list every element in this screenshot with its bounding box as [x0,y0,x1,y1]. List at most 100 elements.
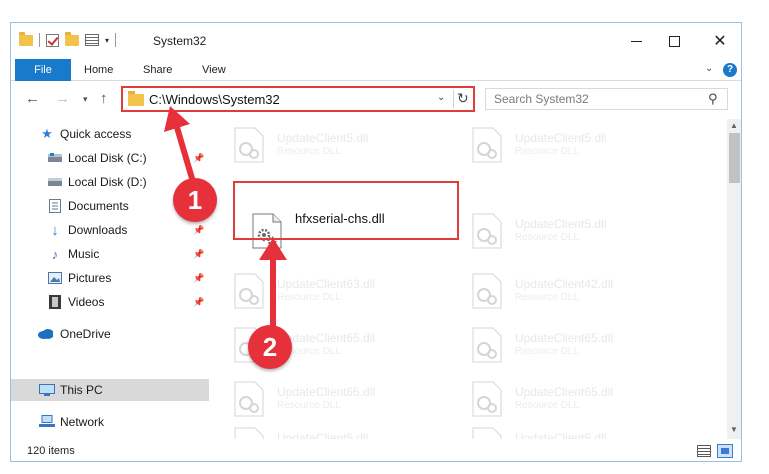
title-bar: ▾ System32 ✕ [11,23,741,59]
sidebar-item-this-pc[interactable]: This PC [11,379,209,401]
step-1-badge: 1 [173,178,217,222]
file-item[interactable]: UpdateClient42.dll Resource DLL [457,265,687,317]
file-type: Resource DLL [277,400,341,411]
sidebar-item-label: Pictures [68,271,112,285]
large-icons-view-icon[interactable] [717,444,733,458]
forward-arrow-icon[interactable]: → [55,90,70,107]
search-placeholder: Search System32 [494,92,589,106]
expand-ribbon-icon[interactable]: ⌄ [705,63,713,74]
sidebar-item-label: This PC [60,383,103,397]
file-item[interactable]: UpdateClient5.dll Resource DLL [457,119,687,171]
tab-home[interactable]: Home [84,59,113,81]
back-arrow-icon[interactable]: ← [25,90,40,107]
details-view-icon[interactable] [697,445,711,457]
properties-icon[interactable] [85,34,99,46]
refresh-icon[interactable]: ↻ [457,90,469,107]
step-2-label: 2 [262,331,278,362]
pin-icon[interactable]: 📌 [193,249,204,260]
search-icon[interactable]: ⚲ [708,91,718,107]
recent-locations-icon[interactable]: ▾ [83,94,88,105]
address-dropdown-icon[interactable]: ⌄ [437,92,445,103]
vertical-scrollbar[interactable]: ▲ ▼ [727,119,741,439]
sidebar-item-pictures[interactable]: Pictures 📌 [11,267,209,289]
scroll-up-icon[interactable]: ▲ [730,121,738,130]
sidebar-item-label: Music [68,247,100,261]
divider [115,33,117,47]
file-item[interactable]: UpdateClient65.dll Resource DLL [457,319,687,371]
file-item[interactable]: UpdateClient65.dll Resource DLL [219,373,449,425]
star-icon: ★ [41,126,53,141]
step-1-label: 1 [187,184,203,215]
quick-access-toolbar: ▾ [19,31,117,47]
file-name: UpdateClient5.dll [277,131,369,145]
file-item[interactable]: UpdateClient5.dll Resource DLL [457,419,687,439]
sidebar-item-videos[interactable]: Videos 📌 [11,291,209,313]
tab-view[interactable]: View [202,59,226,81]
help-icon[interactable]: ? [723,63,737,77]
arrow-up-icon [259,238,287,335]
dll-file-icon [234,427,264,439]
file-highlight-box [233,181,459,240]
sidebar-item-label: Documents [68,199,129,213]
file-item[interactable]: UpdateClient5.dll Resource DLL [457,205,687,257]
file-name: UpdateClient5.dll [277,431,369,439]
folder-icon [19,31,33,46]
maximize-button[interactable] [651,23,697,59]
pin-icon[interactable]: 📌 [193,297,204,308]
file-name: UpdateClient42.dll [515,277,614,291]
customize-toolbar-icon[interactable]: ▾ [105,36,109,45]
ribbon: File Home Share View ⌄ ? [11,59,741,111]
file-name: UpdateClient5.dll [515,431,607,439]
scroll-down-icon[interactable]: ▼ [730,425,738,434]
dll-file-icon [472,273,502,309]
dll-file-icon [472,213,502,249]
sidebar-item-label: OneDrive [60,327,111,341]
pin-icon[interactable]: 📌 [193,273,204,284]
file-type: Resource DLL [515,346,579,357]
file-type: Resource DLL [515,292,579,303]
properties-check-icon[interactable] [46,33,59,47]
item-count: 120 items [27,445,75,457]
scroll-thumb[interactable] [729,133,740,183]
search-input[interactable]: Search System32 ⚲ [485,88,728,110]
close-button[interactable]: ✕ [697,23,741,59]
divider [453,90,454,108]
sidebar-item-label: Network [60,415,105,429]
file-type: Resource DLL [515,400,579,411]
tab-share[interactable]: Share [143,59,172,81]
cloud-icon [37,327,53,341]
drive-icon [47,151,63,165]
dll-file-icon [234,381,264,417]
file-item[interactable]: UpdateClient65.dll Resource DLL [457,373,687,425]
file-type: Resource DLL [277,146,341,157]
sidebar-item-downloads[interactable]: ↓ Downloads 📌 [11,219,209,241]
file-name: UpdateClient65.dll [515,385,614,399]
sidebar-item-music[interactable]: ♪ Music 📌 [11,243,209,265]
monitor-icon [39,383,55,397]
file-type: Resource DLL [515,232,579,243]
file-name: UpdateClient5.dll [515,217,607,231]
window-title: System32 [153,34,207,48]
navigation-bar: ← → ▾ ↑ C:\Windows\System32 ⌄ ↻ Search S… [11,81,741,119]
dll-file-icon [472,381,502,417]
sidebar-item-label: Quick access [60,127,132,141]
file-name: UpdateClient65.dll [515,331,614,345]
documents-icon [47,199,63,213]
up-arrow-icon[interactable]: ↑ [100,90,108,107]
file-item[interactable]: UpdateClient5.dll Resource DLL [219,119,449,171]
dll-file-icon [234,127,264,163]
sidebar-item-onedrive[interactable]: OneDrive [11,323,209,345]
file-name: UpdateClient65.dll [277,385,376,399]
file-item[interactable]: UpdateClient5.dll Resource DLL [219,419,449,439]
pin-icon[interactable]: 📌 [193,225,204,236]
videos-icon [47,295,63,309]
dll-file-icon [472,327,502,363]
music-icon: ♪ [51,246,59,262]
new-folder-icon[interactable] [65,31,79,46]
sidebar-item-label: Downloads [68,223,128,237]
dll-file-icon [472,427,502,439]
network-icon [39,415,55,429]
dll-file-icon [472,127,502,163]
sidebar-item-label: Local Disk (D:) [68,175,147,189]
sidebar-item-network[interactable]: Network [11,411,209,433]
